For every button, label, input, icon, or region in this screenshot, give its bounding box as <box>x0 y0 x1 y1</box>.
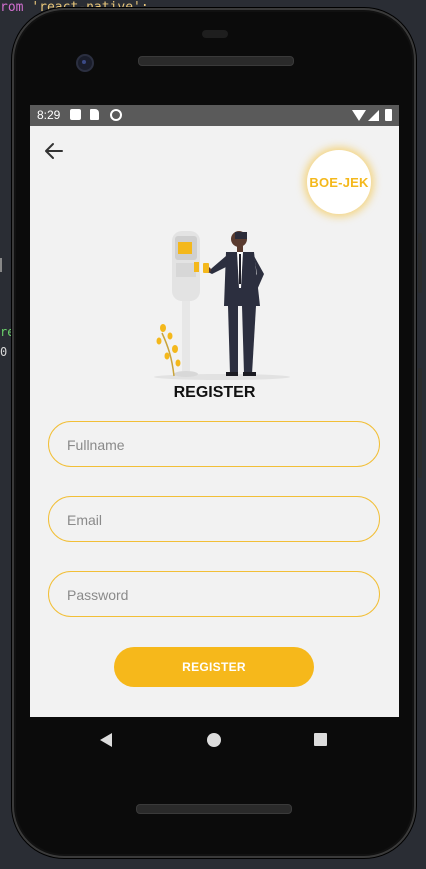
arrow-left-icon[interactable] <box>42 139 66 163</box>
volume-button[interactable] <box>418 368 422 478</box>
nav-home-icon[interactable] <box>207 733 221 747</box>
status-time: 8:29 <box>37 108 61 122</box>
app-logo: BOE-JEK <box>307 150 371 214</box>
android-nav-bar <box>30 717 399 763</box>
password-input[interactable] <box>65 572 369 618</box>
nav-recents-icon[interactable] <box>314 733 327 746</box>
fullname-input[interactable] <box>65 422 369 468</box>
wifi-icon <box>352 110 366 121</box>
battery-icon <box>385 109 392 121</box>
app-screen: 8:29 BOE-JEK REGISTER Fullname Email REG… <box>30 105 399 717</box>
page-title: REGISTER <box>173 384 256 401</box>
top-speaker-grille <box>138 56 294 66</box>
power-button[interactable] <box>418 233 422 293</box>
status-bar: 8:29 <box>30 105 399 126</box>
register-illustration <box>154 231 290 380</box>
logo-text: BOE-JEK <box>309 174 369 190</box>
earpiece-icon <box>202 30 228 38</box>
sd-card-icon <box>90 109 99 120</box>
fullname-field[interactable] <box>48 421 380 468</box>
front-camera-icon <box>76 54 94 72</box>
email-field[interactable] <box>48 496 380 543</box>
email-input[interactable] <box>65 497 369 543</box>
editor-code-fragment: 0 <box>0 345 8 359</box>
sync-icon <box>110 109 122 121</box>
signal-icon <box>368 110 379 121</box>
editor-gutter-mark <box>0 258 2 272</box>
bottom-speaker-grille <box>136 804 292 814</box>
register-button[interactable]: REGISTER <box>114 647 314 687</box>
nav-back-icon[interactable] <box>100 733 112 747</box>
image-icon <box>70 109 81 120</box>
editor-keyword: rom <box>0 0 32 15</box>
password-field[interactable] <box>48 571 380 618</box>
